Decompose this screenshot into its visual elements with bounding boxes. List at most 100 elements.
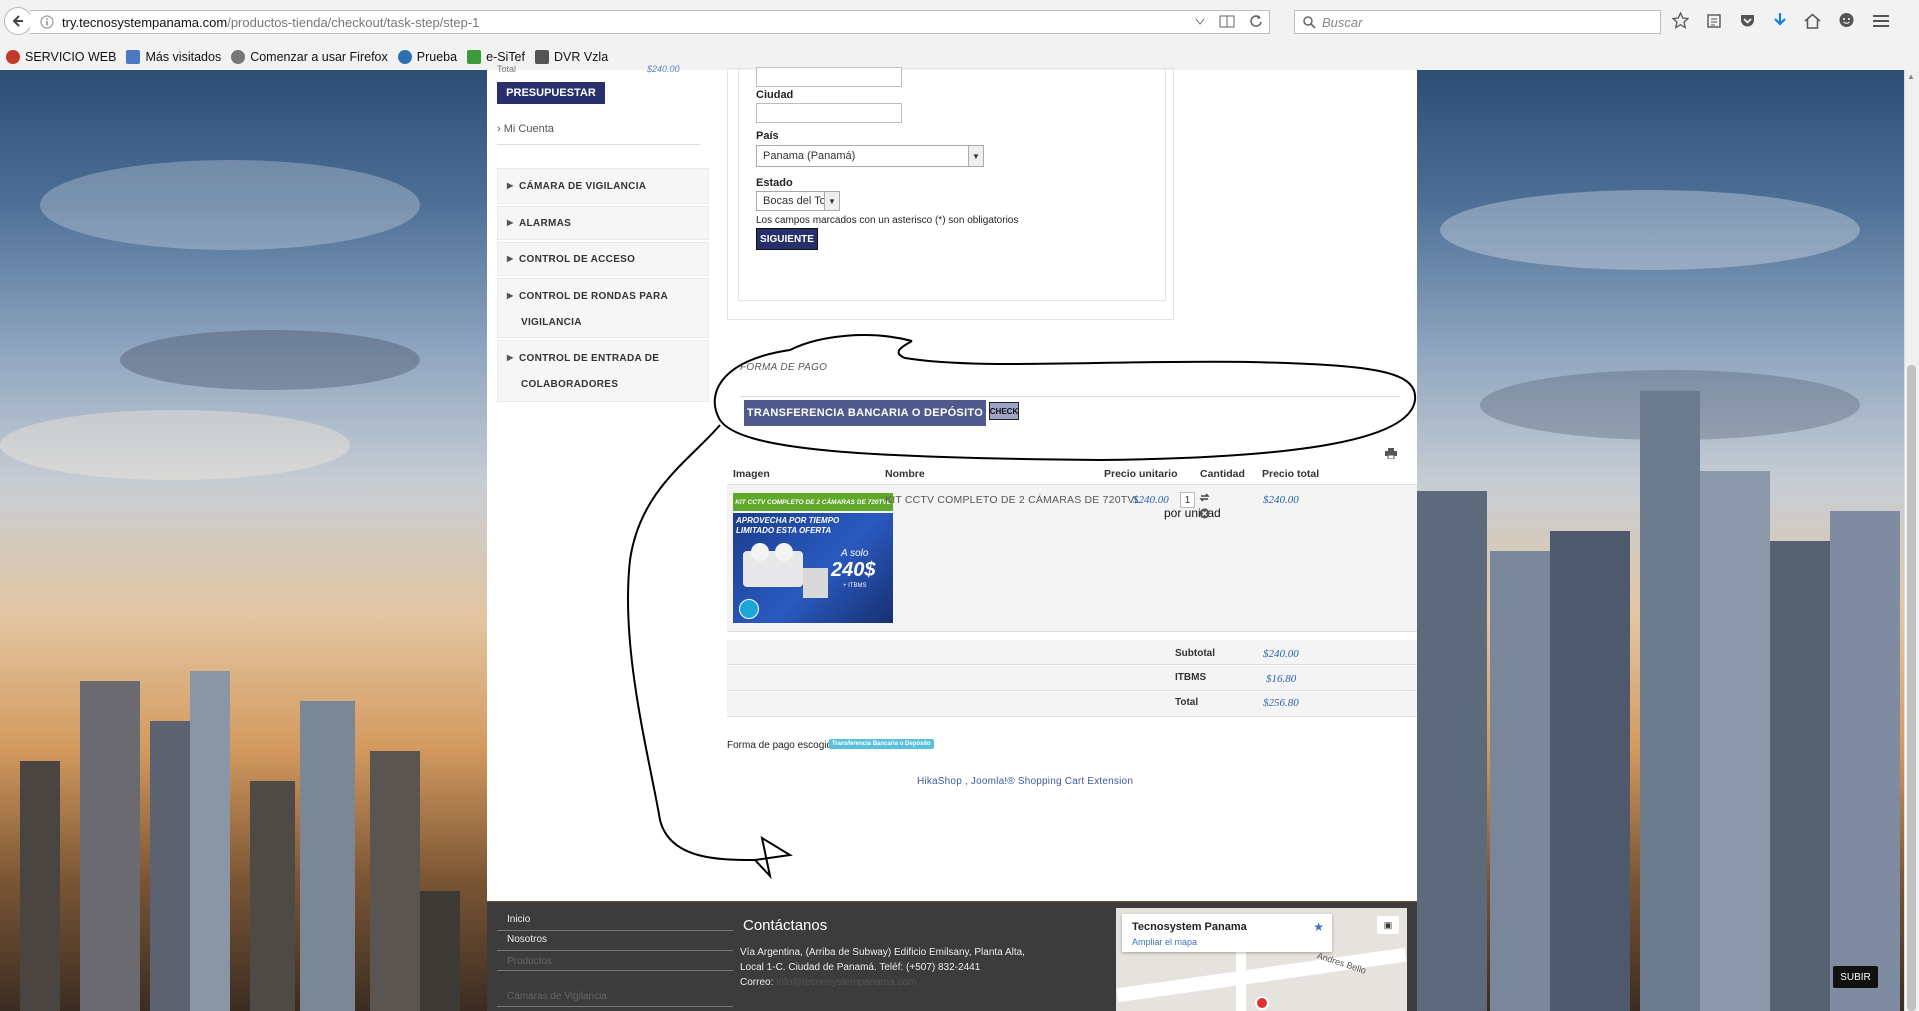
dropdown-arrow-icon[interactable] [1195,16,1205,26]
print-icon[interactable] [1385,448,1397,459]
menu-icon[interactable] [1872,13,1890,29]
scroll-up-arrow-icon[interactable]: ▲ [1907,72,1915,81]
category-label: CÁMARA DE VIGILANCIA [519,181,647,192]
promo-line1: APROVECHA POR TIEMPO [736,516,840,525]
product-image[interactable]: KIT CCTV COMPLETO DE 2 CÁMARAS DE 720TVL… [733,493,893,623]
search-icon [1303,15,1316,29]
pais-select[interactable]: Panama (Panamá) ▼ [756,145,984,167]
map-road-line [1236,948,1246,1011]
category-label: ALARMAS [519,218,572,229]
total-value: $256.80 [1263,697,1299,709]
map-fullscreen-icon[interactable]: ▣ [1377,916,1399,934]
footer-link-camaras[interactable]: Cámaras de Vigilancia [507,991,607,1002]
siguiente-button[interactable]: SIGUIENTE [756,228,818,250]
category-control-rondas[interactable]: ▶ CONTROL DE RONDAS PARA VIGILANCIA [497,278,709,338]
back-button[interactable] [4,7,32,35]
camera-product-icon [775,543,793,561]
bookmark-prueba[interactable]: Prueba [397,50,458,64]
contact-address: Vía Argentina, (Arriba de Subway) Edific… [740,945,1030,990]
mi-cuenta-link[interactable]: › Mi Cuenta [497,123,554,135]
estado-select[interactable]: Bocas del Toro ▼ [756,191,840,211]
category-alarmas[interactable]: ▶ ALARMAS [497,206,709,240]
itbms-row [727,666,1417,691]
remove-icon[interactable] [1199,508,1210,519]
header-precio-unitario: Precio unitario [1104,468,1178,480]
ciudad-input[interactable] [756,103,902,123]
star-icon[interactable]: ★ [1313,920,1324,934]
chat-icon[interactable] [1838,12,1855,29]
header-cantidad: Cantidad [1200,468,1245,480]
per-unit-label: por unidad [1164,506,1221,520]
product-name[interactable]: KIT CCTV COMPLETO DE 2 CÁMARAS DE 720TVL [885,494,1141,506]
bookmark-dvr-vzla[interactable]: DVR Vzla [534,50,609,64]
scroll-top-button[interactable]: SUBIR [1833,966,1878,988]
gear-icon [231,50,246,64]
bookmark-label: Comenzar a usar Firefox [250,50,388,64]
product-image-banner: KIT CCTV COMPLETO DE 2 CÁMARAS DE 720TVL [733,493,893,511]
bookmark-label: DVR Vzla [553,50,609,64]
refresh-icon[interactable] [1199,492,1210,503]
itbms-label: ITBMS [1175,672,1207,683]
hikashop-credit-link[interactable]: HikaShop , Joomla!® Shopping Cart Extens… [917,776,1133,787]
map-pin-icon[interactable] [1255,996,1269,1010]
bookmark-e-sitef[interactable]: e-SiTef [467,50,525,64]
embedded-map[interactable]: Tecnosystem Panama Ampliar el mapa ★ ▣ A… [1116,908,1407,1011]
star-icon[interactable] [1672,12,1689,29]
category-camara-vigilancia[interactable]: ▶ CÁMARA DE VIGILANCIA [497,168,709,204]
total-row [727,692,1417,717]
bookmark-label: Prueba [416,50,458,64]
bookmark-firefox[interactable]: Comenzar a usar Firefox [231,50,388,64]
footer-link-productos[interactable]: Productos [507,956,552,967]
bookmarks-list-icon[interactable] [1706,13,1722,29]
category-label: CONTROL DE ACCESO [519,254,636,265]
bookmark-servicio-web[interactable]: SERVICIO WEB [6,50,116,64]
address-form: Ciudad País Panama (Panamá) ▼ Estado Boc… [738,67,1166,301]
contact-title: Contáctanos [743,917,828,934]
category-control-acceso[interactable]: ▶ CONTROL DE ACCESO [497,242,709,276]
camera-icon [534,50,549,64]
url-path: /productos-tienda/checkout/task-step/ste… [227,14,480,30]
browser-toolbar: try.tecnosystempanama.com/productos-tien… [0,0,1919,45]
info-icon[interactable] [40,15,54,29]
email-label: Correo: [740,977,774,988]
back-arrow-icon [12,15,23,27]
site-footer: Inicio Nosotros Productos Cámaras de Vig… [487,902,1417,1011]
category-label-line2: VIGILANCIA [521,317,582,328]
address-text: Vía Argentina, (Arriba de Subway) Edific… [740,947,1025,973]
reader-view-icon[interactable] [1219,15,1235,28]
url-bar[interactable]: try.tecnosystempanama.com/productos-tien… [30,10,1270,34]
bookmarks-toolbar: SERVICIO WEB Más visitados Comenzar a us… [0,44,1919,71]
scrollbar-thumb[interactable] [1907,365,1916,1011]
subtotal-value: $240.00 [1263,648,1299,660]
check-button[interactable]: CHECK [989,402,1019,420]
presupuestar-button[interactable]: PRESUPUESTAR [497,82,605,104]
caret-right-icon: ▶ [507,218,514,227]
divider [497,930,733,931]
estado-label: Estado [756,177,793,189]
download-icon[interactable] [1773,12,1787,29]
bookmark-mas-visitados[interactable]: Más visitados [126,50,221,64]
category-control-entrada[interactable]: ▶ CONTROL DE ENTRADA DE COLABORADORES [497,340,709,402]
bookmark-label: SERVICIO WEB [25,50,117,64]
previous-field-input[interactable] [756,67,902,87]
reload-icon[interactable] [1249,14,1263,28]
footer-link-inicio[interactable]: Inicio [507,914,530,925]
home-icon[interactable] [1804,13,1821,29]
camera-product-icon [751,543,769,561]
caret-right-icon: ▶ [507,353,514,362]
quantity-input[interactable]: 1 [1180,492,1195,508]
pocket-icon[interactable] [1739,13,1756,29]
caret-right-icon: ▶ [507,291,514,300]
map-enlarge-link[interactable]: Ampliar el mapa [1132,937,1197,947]
email-link[interactable]: info@tecnosystempanama.com [776,977,916,988]
header-nombre: Nombre [885,468,925,480]
footer-link-nosotros[interactable]: Nosotros [507,934,547,945]
map-place-name: Tecnosystem Panama [1132,921,1247,933]
header-imagen: Imagen [733,468,770,480]
search-bar[interactable]: Buscar [1294,10,1661,34]
chevron-down-icon: ▼ [968,146,983,166]
bookmark-label: Más visitados [145,50,222,64]
chosen-payment-badge: Transferencia Bancaria o Depósito [829,739,934,749]
bank-transfer-button[interactable]: TRANSFERENCIA BANCARIA O DEPÓSITO [744,400,986,426]
bookmark-label: e-SiTef [486,50,525,64]
